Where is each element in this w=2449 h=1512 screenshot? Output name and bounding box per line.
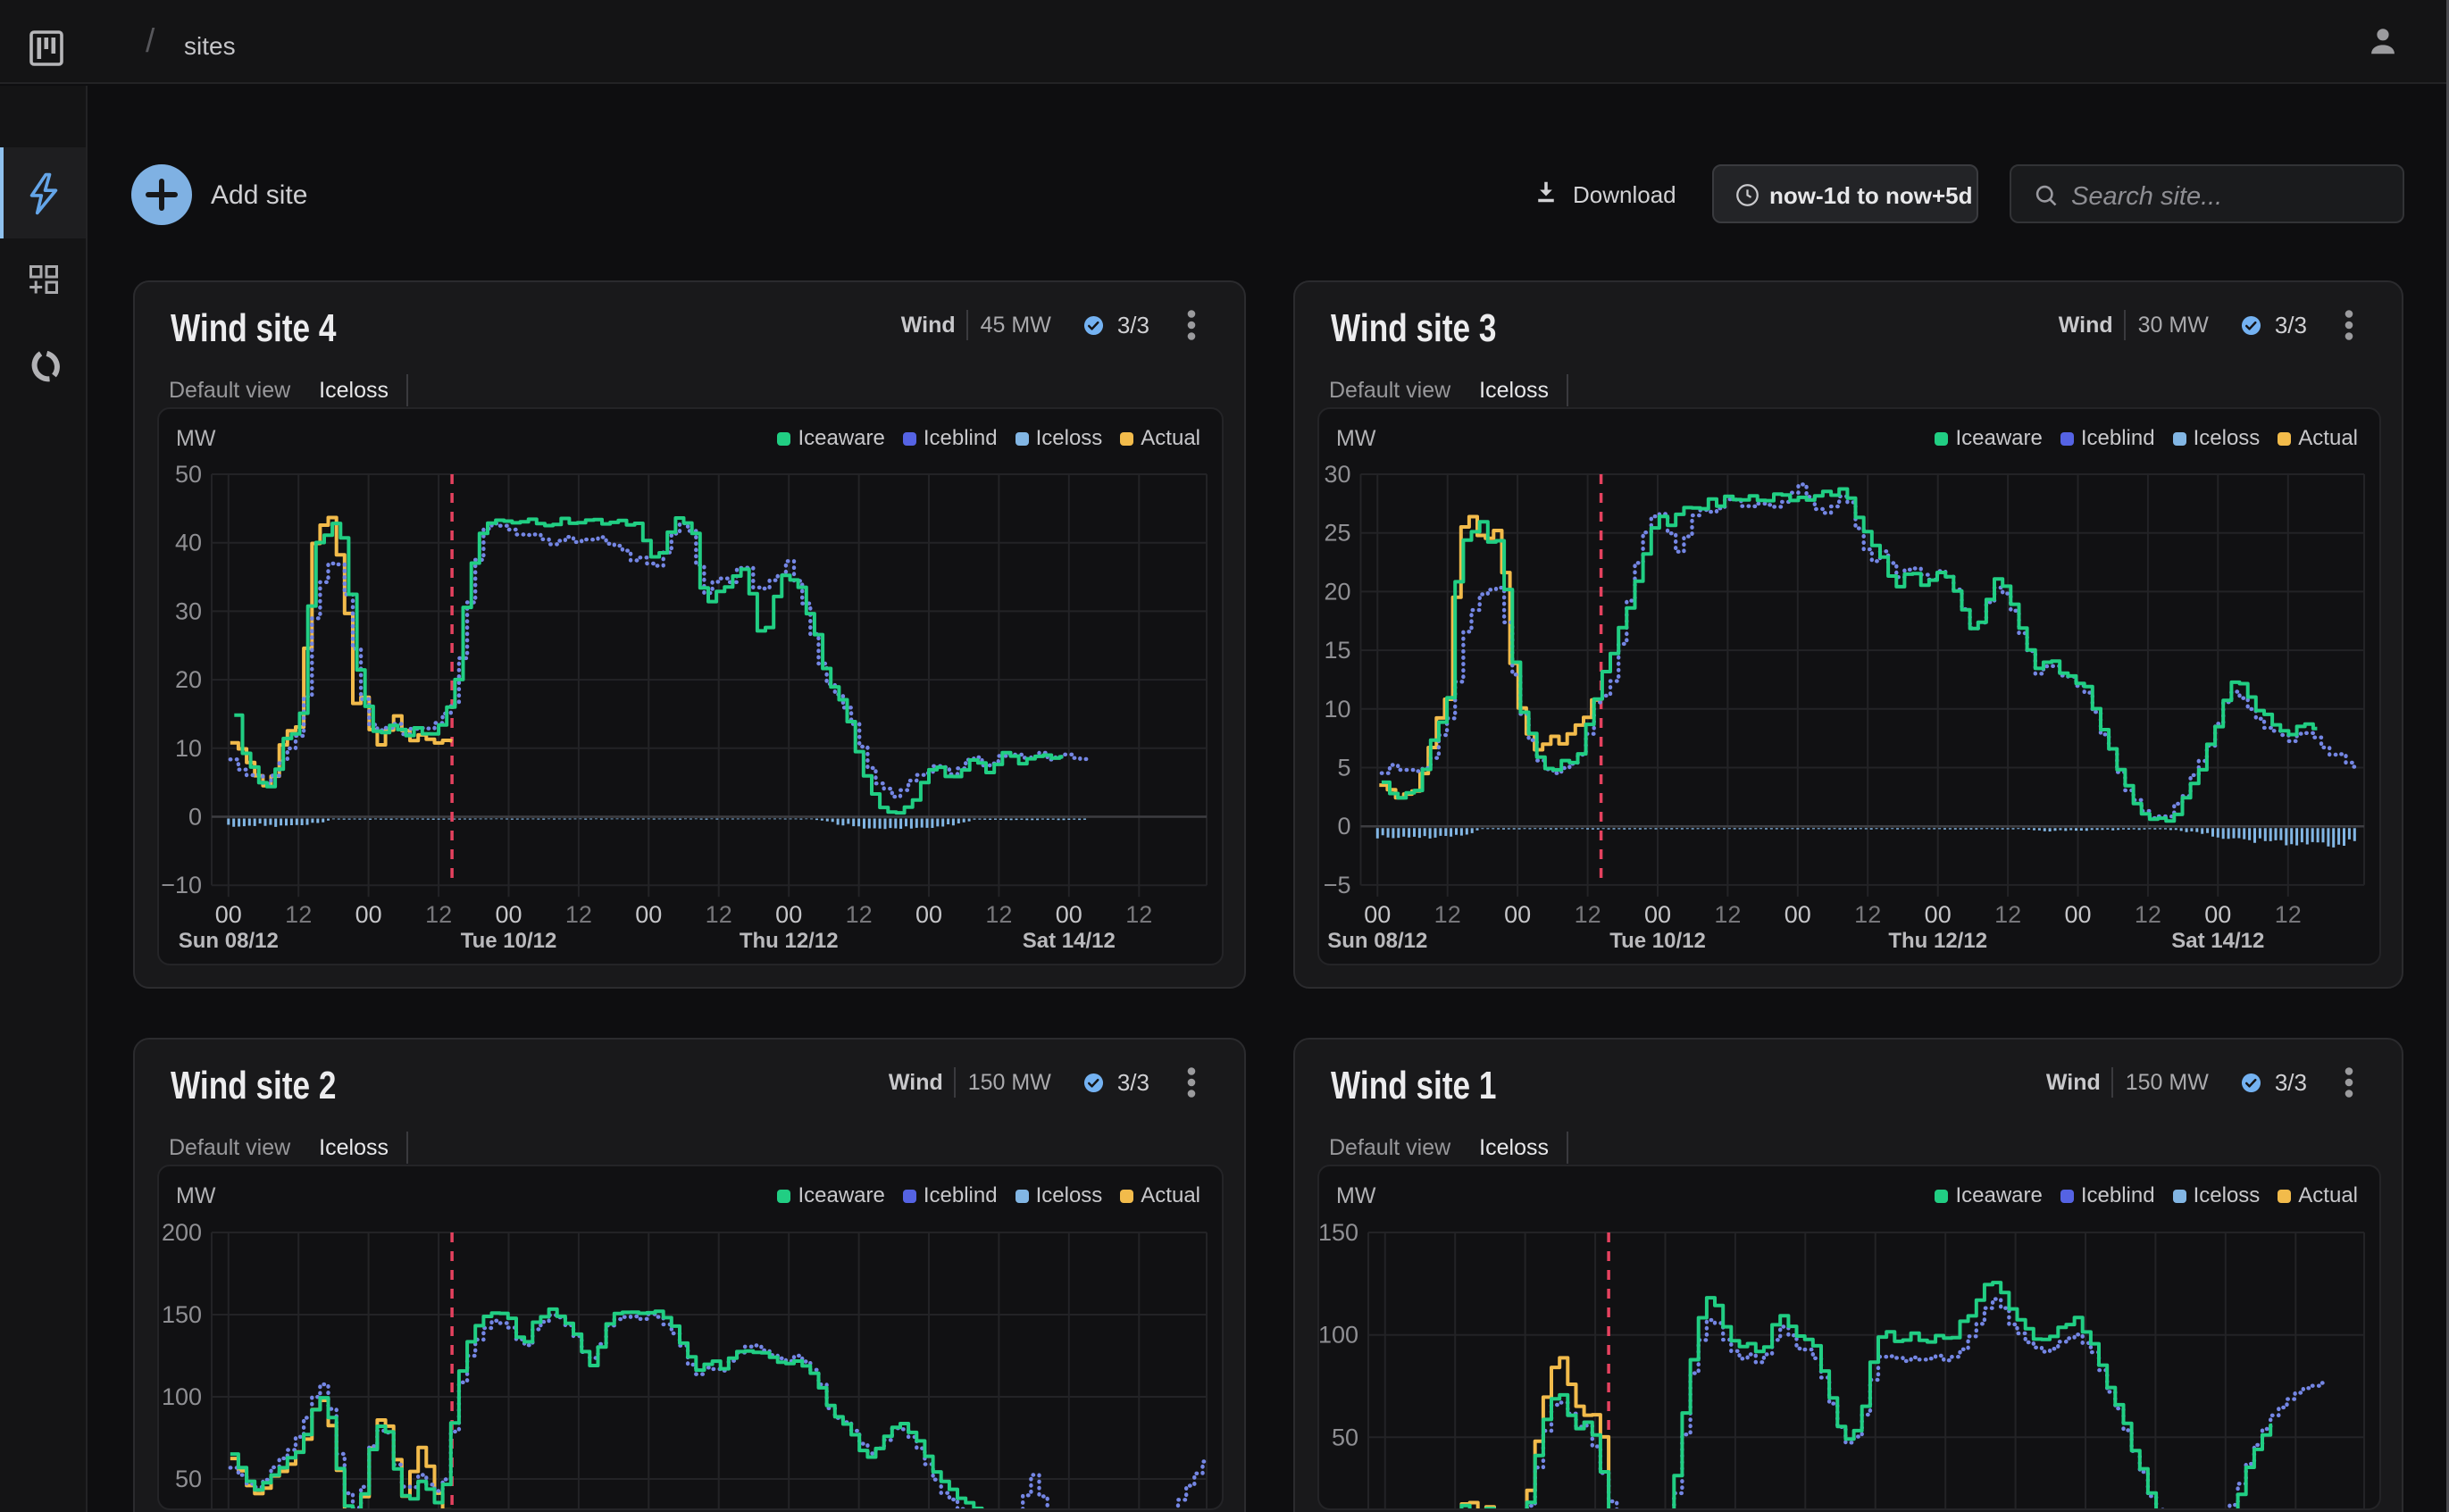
svg-text:15: 15 — [1324, 637, 1350, 664]
svg-text:12: 12 — [285, 901, 312, 928]
svg-text:100: 100 — [162, 1383, 202, 1410]
svg-text:150: 150 — [1319, 1219, 1358, 1246]
svg-text:00: 00 — [1644, 901, 1671, 928]
svg-text:Sun 08/12: Sun 08/12 — [179, 929, 279, 953]
svg-text:12: 12 — [846, 901, 873, 928]
svg-text:Thu 12/12: Thu 12/12 — [740, 929, 839, 953]
svg-text:−10: −10 — [161, 872, 202, 898]
svg-text:Sat 14/12: Sat 14/12 — [1023, 929, 1116, 953]
svg-text:150: 150 — [162, 1301, 202, 1328]
svg-text:30: 30 — [175, 597, 202, 624]
svg-text:10: 10 — [175, 735, 202, 762]
svg-text:12: 12 — [1714, 901, 1741, 928]
svg-text:00: 00 — [495, 901, 522, 928]
svg-text:Sat 14/12: Sat 14/12 — [2171, 929, 2264, 953]
svg-text:00: 00 — [1364, 901, 1391, 928]
svg-text:40: 40 — [175, 530, 202, 556]
svg-text:0: 0 — [1337, 813, 1350, 840]
svg-text:10: 10 — [1324, 696, 1350, 723]
svg-text:12: 12 — [425, 901, 452, 928]
svg-text:00: 00 — [2204, 901, 2231, 928]
svg-text:12: 12 — [1125, 901, 1152, 928]
svg-text:12: 12 — [706, 901, 732, 928]
svg-text:12: 12 — [2275, 901, 2302, 928]
svg-text:20: 20 — [175, 666, 202, 693]
svg-text:00: 00 — [775, 901, 802, 928]
svg-text:00: 00 — [915, 901, 942, 928]
svg-text:−5: −5 — [1324, 872, 1351, 898]
svg-text:Tue 10/12: Tue 10/12 — [461, 929, 557, 953]
svg-text:00: 00 — [1785, 901, 1811, 928]
svg-text:0: 0 — [188, 804, 202, 831]
svg-text:Sun 08/12: Sun 08/12 — [1327, 929, 1427, 953]
svg-text:100: 100 — [1319, 1322, 1358, 1349]
svg-text:12: 12 — [2135, 901, 2161, 928]
svg-text:12: 12 — [985, 901, 1012, 928]
svg-text:12: 12 — [1434, 901, 1461, 928]
svg-text:00: 00 — [2064, 901, 2091, 928]
svg-text:50: 50 — [1332, 1424, 1358, 1450]
svg-text:00: 00 — [355, 901, 382, 928]
svg-text:00: 00 — [1056, 901, 1082, 928]
svg-text:25: 25 — [1324, 520, 1350, 547]
svg-text:12: 12 — [565, 901, 592, 928]
svg-text:00: 00 — [635, 901, 662, 928]
svg-text:00: 00 — [1504, 901, 1531, 928]
svg-text:30: 30 — [1324, 461, 1350, 488]
svg-text:50: 50 — [175, 461, 202, 488]
svg-text:20: 20 — [1324, 578, 1350, 605]
svg-text:12: 12 — [1854, 901, 1881, 928]
svg-text:00: 00 — [215, 901, 242, 928]
svg-text:Tue 10/12: Tue 10/12 — [1609, 929, 1706, 953]
svg-text:12: 12 — [1575, 901, 1601, 928]
svg-text:12: 12 — [1994, 901, 2021, 928]
svg-text:00: 00 — [1925, 901, 1952, 928]
svg-text:5: 5 — [1337, 755, 1350, 781]
svg-text:200: 200 — [162, 1219, 202, 1246]
svg-text:Thu 12/12: Thu 12/12 — [1888, 929, 1987, 953]
svg-text:50: 50 — [175, 1466, 202, 1492]
